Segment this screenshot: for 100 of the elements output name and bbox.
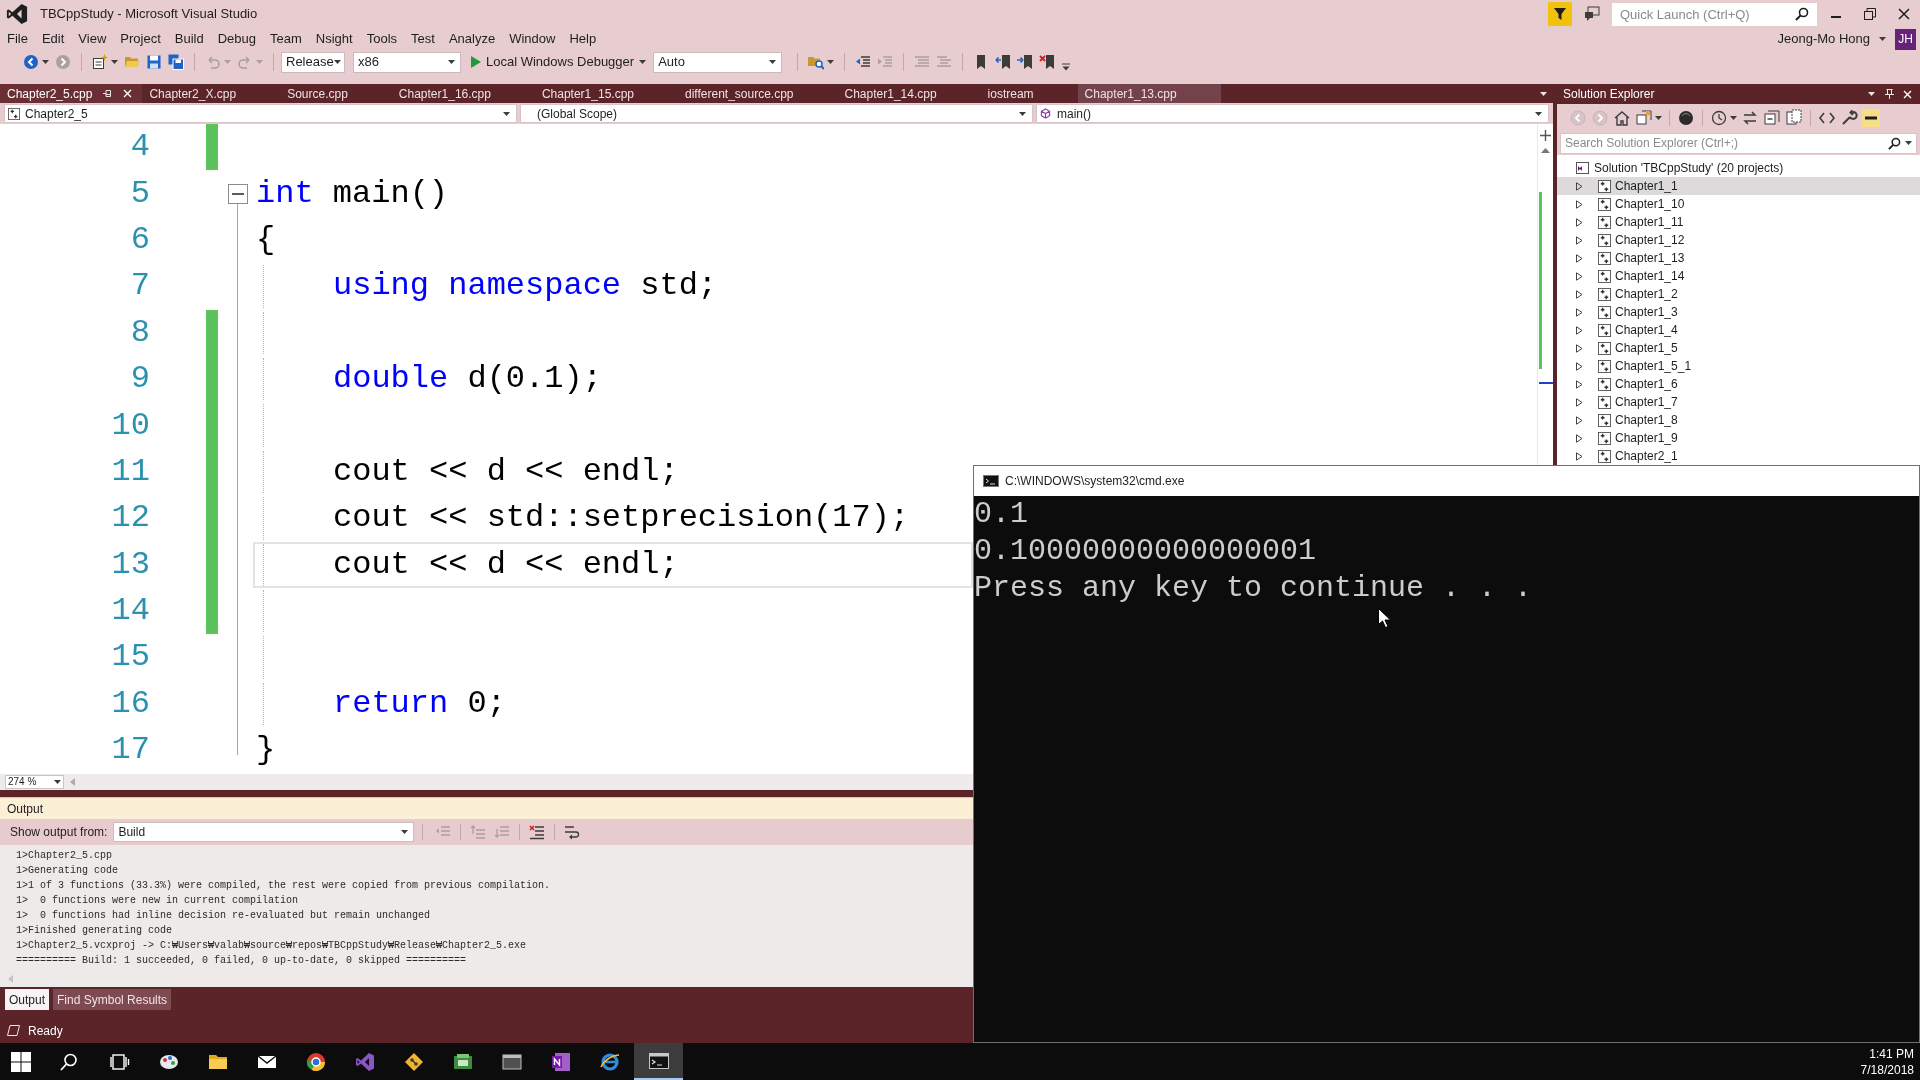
user-menu[interactable]: Jeong-Mo Hong bbox=[1777, 30, 1886, 48]
collapsed-arrow-icon[interactable] bbox=[1576, 271, 1583, 281]
new-project-icon[interactable] bbox=[92, 54, 108, 70]
search-icon[interactable] bbox=[1888, 136, 1901, 150]
document-tab[interactable]: Source.cpp bbox=[280, 84, 392, 103]
menu-item[interactable]: Edit bbox=[34, 30, 72, 48]
document-tab[interactable]: Chapter1_15.cpp bbox=[534, 84, 678, 103]
menu-item[interactable]: Build bbox=[167, 30, 211, 48]
collapsed-arrow-icon[interactable] bbox=[1576, 325, 1583, 335]
project-dropdown[interactable]: Chapter2_5 bbox=[4, 104, 517, 123]
overflow-icon[interactable] bbox=[1062, 61, 1071, 71]
pin-icon[interactable] bbox=[103, 89, 113, 98]
collapsed-arrow-icon[interactable] bbox=[1576, 181, 1583, 191]
history-icon[interactable] bbox=[1710, 108, 1728, 127]
search-icon[interactable] bbox=[59, 1051, 79, 1072]
tree-item[interactable]: Chapter1_11 bbox=[1576, 213, 1684, 231]
menu-item[interactable]: Nsight bbox=[308, 30, 360, 48]
collapsed-arrow-icon[interactable] bbox=[1576, 217, 1583, 227]
collapsed-arrow-icon[interactable] bbox=[1576, 361, 1583, 371]
document-tab[interactable]: Chapter2_5.cpp bbox=[0, 84, 143, 103]
collapsed-arrow-icon[interactable] bbox=[1576, 415, 1583, 425]
dropdown[interactable]: Auto bbox=[653, 51, 783, 73]
bookmark-clear-icon[interactable] bbox=[1039, 54, 1056, 70]
close-icon[interactable] bbox=[1898, 8, 1910, 20]
dropdown[interactable]: x86 bbox=[353, 51, 461, 73]
menu-item[interactable]: Test bbox=[404, 30, 442, 48]
tree-item[interactable]: Chapter1_13 bbox=[1576, 249, 1685, 267]
dropdown[interactable]: Release bbox=[281, 51, 345, 73]
pin-icon[interactable] bbox=[1885, 89, 1894, 99]
window-icon[interactable] bbox=[501, 1051, 522, 1072]
clock-date[interactable]: 7/18/2018 bbox=[1860, 1061, 1914, 1078]
tree-item[interactable]: Chapter2_1 bbox=[1576, 447, 1678, 465]
show-all-files-icon[interactable] bbox=[1785, 108, 1803, 127]
collapsed-arrow-icon[interactable] bbox=[1576, 235, 1583, 245]
collapsed-arrow-icon[interactable] bbox=[1576, 289, 1583, 299]
panel-tab[interactable]: Find Symbol Results bbox=[53, 989, 172, 1010]
tree-item[interactable]: Chapter1_8 bbox=[1576, 411, 1678, 429]
globe-icon[interactable] bbox=[599, 1051, 620, 1072]
menu-item[interactable]: File bbox=[0, 30, 35, 48]
tree-item[interactable]: Chapter1_3 bbox=[1576, 303, 1678, 321]
diamond-icon[interactable] bbox=[403, 1051, 424, 1072]
menu-item[interactable]: Window bbox=[502, 30, 563, 48]
collapsed-arrow-icon[interactable] bbox=[1576, 199, 1583, 209]
panel-tab[interactable]: Output bbox=[5, 989, 50, 1010]
notebook-icon[interactable] bbox=[550, 1051, 571, 1072]
tree-item[interactable]: Chapter1_6 bbox=[1576, 375, 1678, 393]
menu-item[interactable]: Debug bbox=[210, 30, 263, 48]
scroll-up-icon[interactable] bbox=[1541, 147, 1550, 153]
browser-icon[interactable] bbox=[305, 1051, 326, 1072]
refresh-icon[interactable] bbox=[1741, 108, 1759, 127]
back-icon[interactable] bbox=[23, 54, 39, 70]
zoom-dropdown[interactable]: 274 % bbox=[5, 775, 64, 789]
infinity-ribbon-icon[interactable] bbox=[354, 1051, 375, 1072]
clear-all-icon[interactable] bbox=[529, 824, 546, 840]
search-input[interactable]: Search Solution Explorer (Ctrl+;) bbox=[1561, 133, 1888, 153]
collapsed-arrow-icon[interactable] bbox=[1576, 253, 1583, 263]
document-tab[interactable]: Chapter1_16.cpp bbox=[391, 84, 535, 103]
save-all-icon[interactable] bbox=[168, 54, 184, 70]
document-tab[interactable]: Chapter1_13.cpp bbox=[1077, 84, 1221, 103]
plus-icon[interactable] bbox=[1540, 130, 1551, 141]
tree-item[interactable]: Chapter1_5_1 bbox=[1576, 357, 1692, 375]
tree-item[interactable]: Chapter1_7 bbox=[1576, 393, 1678, 411]
wrench-icon[interactable] bbox=[1840, 108, 1858, 127]
tree-item[interactable]: Chapter1_4 bbox=[1576, 321, 1678, 339]
tree-item[interactable]: Chapter1_5 bbox=[1576, 339, 1678, 357]
menu-item[interactable]: Team bbox=[263, 30, 309, 48]
collapsed-arrow-icon[interactable] bbox=[1576, 451, 1583, 461]
collapsed-arrow-icon[interactable] bbox=[1576, 433, 1583, 443]
word-wrap-icon[interactable] bbox=[564, 824, 581, 840]
bookmark-next-icon[interactable] bbox=[1017, 54, 1034, 70]
search-icon[interactable] bbox=[1795, 7, 1809, 21]
scope-dropdown[interactable]: (Global Scope) bbox=[520, 104, 1033, 123]
switch-views-icon[interactable] bbox=[1635, 108, 1653, 127]
start-debugging-button[interactable]: Local Windows Debugger bbox=[469, 51, 649, 73]
tree-item[interactable]: Chapter1_1 bbox=[1557, 177, 1920, 195]
collapsed-arrow-icon[interactable] bbox=[1576, 343, 1583, 353]
feedback-icon[interactable] bbox=[1584, 6, 1600, 22]
outdent-icon[interactable] bbox=[855, 54, 872, 70]
search-field[interactable]: Search Solution Explorer (Ctrl+;) bbox=[1560, 132, 1917, 154]
output-source-dropdown[interactable]: Build bbox=[113, 822, 415, 842]
menu-item[interactable]: Tools bbox=[359, 30, 405, 48]
menu-item[interactable]: Analyze bbox=[441, 30, 503, 48]
menu-item[interactable]: Help bbox=[562, 30, 604, 48]
save-icon[interactable] bbox=[146, 54, 162, 70]
collapsed-arrow-icon[interactable] bbox=[1576, 397, 1583, 407]
home-icon[interactable] bbox=[1613, 108, 1631, 127]
tree-item[interactable]: Chapter1_2 bbox=[1576, 285, 1678, 303]
document-tab[interactable]: Chapter2_X.cpp bbox=[142, 84, 281, 103]
tree-item[interactable]: Chapter1_12 bbox=[1576, 231, 1685, 249]
task-view-icon[interactable] bbox=[110, 1051, 130, 1072]
collapsed-arrow-icon[interactable] bbox=[1576, 379, 1583, 389]
minus-icon[interactable] bbox=[1862, 108, 1880, 127]
find-in-files-icon[interactable] bbox=[808, 54, 825, 70]
user-avatar[interactable]: JH bbox=[1895, 28, 1916, 50]
restore-icon[interactable] bbox=[1864, 8, 1876, 20]
start-icon[interactable] bbox=[11, 1051, 31, 1072]
document-tab[interactable]: different_source.cpp bbox=[678, 84, 838, 103]
menu-item[interactable]: Project bbox=[113, 30, 168, 48]
document-tab[interactable]: iostream bbox=[980, 84, 1078, 103]
collapsed-arrow-icon[interactable] bbox=[1576, 307, 1583, 317]
